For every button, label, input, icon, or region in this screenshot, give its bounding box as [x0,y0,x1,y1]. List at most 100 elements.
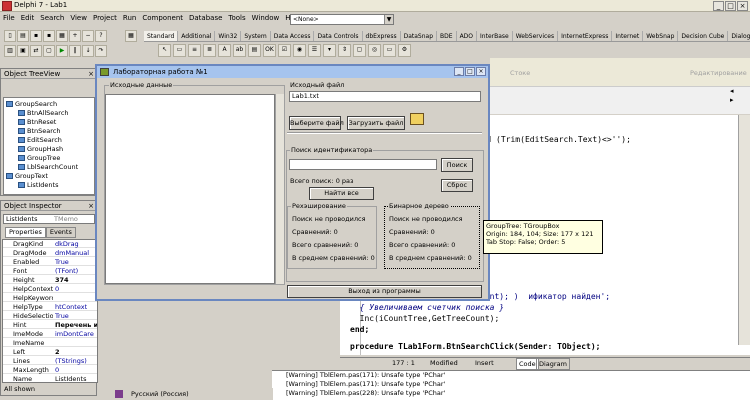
tree-node[interactable]: GroupText [6,172,48,180]
add-file-icon[interactable]: + [69,30,81,42]
property-row[interactable]: Left 2 [3,348,97,356]
treeview-list[interactable]: GroupSearch BtnAllSearch BtnReset BtnSearch… [3,97,95,195]
search-input[interactable] [289,159,437,170]
property-row[interactable]: Hint Перечень и [3,321,97,329]
tree-node[interactable]: ListIdents [18,181,58,189]
step-over-icon[interactable]: ↷ [95,45,107,57]
memo-scrollbar[interactable] [275,94,284,284]
tree-node[interactable]: BtnReset [18,118,56,126]
menu-item[interactable]: Tools [228,13,245,24]
palette-tab[interactable]: InternetExpress [558,31,613,41]
property-value[interactable]: 0 [55,285,97,293]
chevron-down-icon[interactable]: ▼ [384,15,393,24]
property-value[interactable]: dkDrag [55,240,97,248]
property-value[interactable]: True [55,312,97,320]
property-value[interactable]: 374 [55,276,97,284]
memo-icon[interactable]: ▤ [248,44,261,57]
load-file-button[interactable]: Загрузить файл [347,116,405,130]
property-value[interactable]: True [55,258,97,266]
save-icon[interactable]: ▪ [30,30,42,42]
property-value[interactable]: (TStrings) [55,357,97,365]
property-value[interactable]: (TFont) [55,267,97,275]
close-icon[interactable]: × [88,201,94,211]
property-row[interactable]: DragKind dkDrag [3,240,97,248]
button-icon[interactable]: OK [263,44,276,57]
actionlist-icon[interactable]: ⚙ [398,44,411,57]
source-memo[interactable] [105,94,275,284]
property-row[interactable]: HelpContext 0 [3,285,97,293]
new-form-icon[interactable]: ▢ [43,45,55,57]
choose-file-button[interactable]: Выберите файл [289,116,344,130]
property-row[interactable]: Font (TFont) [3,267,97,275]
property-value[interactable]: dmManual [55,249,97,257]
popupmenu-icon[interactable]: ≣ [203,44,216,57]
close-icon[interactable]: × [737,1,748,11]
palette-tab[interactable]: System [241,31,271,41]
tab-diagram[interactable]: Diagram [536,358,570,370]
menu-item[interactable]: Database [189,13,222,24]
property-row[interactable]: Height 374 [3,276,97,284]
property-row[interactable]: ImeMode imDontCare [3,330,97,338]
menu-item[interactable]: Window [252,13,280,24]
property-value[interactable]: imDontCare [55,330,97,338]
property-row[interactable]: Lines (TStrings) [3,357,97,365]
nav-arrows[interactable]: ◂ ▸ [730,87,742,115]
menu-item[interactable]: Edit [21,13,35,24]
file-name-field[interactable]: Lab1.txt [289,91,481,102]
find-all-button[interactable]: Найти все [309,187,374,200]
radiobutton-icon[interactable]: ◉ [293,44,306,57]
menu-item[interactable]: File [3,13,15,24]
tree-node[interactable]: GroupSearch [6,100,57,108]
message-item[interactable]: [Warning] TblElem.pas(171): Unsafe type … [286,371,445,380]
property-row[interactable]: ImeName [3,339,97,347]
palette-tab[interactable]: WebSnap [643,31,679,41]
palette-tab[interactable]: InterBase [477,31,513,41]
property-grid[interactable]: DragKind dkDrag DragMode dmManual Enabled Tru… [2,239,98,383]
palette-tab[interactable]: WebServices [513,31,559,41]
maximize-icon[interactable]: □ [725,1,736,11]
property-value[interactable]: ListIdents [55,375,97,382]
open-project-icon[interactable]: ▦ [56,30,68,42]
pause-icon[interactable]: ‖ [69,45,81,57]
toggle-form-icon[interactable]: ⇄ [30,45,42,57]
panel-icon[interactable]: ▭ [383,44,396,57]
frames-icon[interactable]: ▭ [173,44,186,57]
tree-node[interactable]: GroupTree [18,154,60,162]
designer-form[interactable]: Лабораторная работа №1 _ □ × Исходные да… [95,64,490,301]
property-row[interactable]: DragMode dmManual [3,249,97,257]
reset-button[interactable]: Сброс [441,179,473,192]
remove-file-icon[interactable]: − [82,30,94,42]
palette-tab[interactable]: dbExpress [363,31,401,41]
label-icon[interactable]: A [218,44,231,57]
palette-tab[interactable]: Data Controls [314,31,363,41]
component-combo[interactable]: <None> ▼ [290,14,394,25]
save-all-icon[interactable]: ▪ [43,30,55,42]
tab-events[interactable]: Events [45,227,76,238]
close-icon[interactable]: × [88,69,94,79]
close-icon[interactable]: × [476,67,486,76]
combobox-icon[interactable]: ▾ [323,44,336,57]
view-form-icon[interactable]: ▣ [17,45,29,57]
radiogroup-icon[interactable]: ◎ [368,44,381,57]
property-value[interactable]: htContext [55,303,97,311]
property-value[interactable]: 0 [55,366,97,374]
palette-tab[interactable]: ADO [457,31,478,41]
arrow-left-icon[interactable]: ◂ [730,87,742,96]
pointer-icon[interactable]: ↖ [158,44,171,57]
view-unit-icon[interactable]: ▥ [4,45,16,57]
maximize-icon[interactable]: □ [465,67,475,76]
menu-item[interactable]: Project [93,13,117,24]
message-item[interactable]: [Warning] TblElem.pas(171): Unsafe type … [286,380,445,389]
tab-properties[interactable]: Properties [5,227,46,238]
object-selector[interactable]: ListIdents TMemo [3,214,95,224]
open-icon[interactable]: ▤ [17,30,29,42]
palette-tab[interactable]: Decision Cube [678,31,729,41]
property-row[interactable]: HideSelectionTrue [3,312,97,320]
property-row[interactable]: HelpKeyword [3,294,97,302]
run-icon[interactable]: ▶ [56,45,68,57]
palette-tab[interactable]: Data Access [271,31,315,41]
search-button[interactable]: Поиск [441,158,473,172]
listbox-icon[interactable]: ☰ [308,44,321,57]
message-item[interactable]: [Warning] TblElem.pas(228): Unsafe type … [286,389,445,398]
palette-tab[interactable]: Dialogs [728,31,750,41]
